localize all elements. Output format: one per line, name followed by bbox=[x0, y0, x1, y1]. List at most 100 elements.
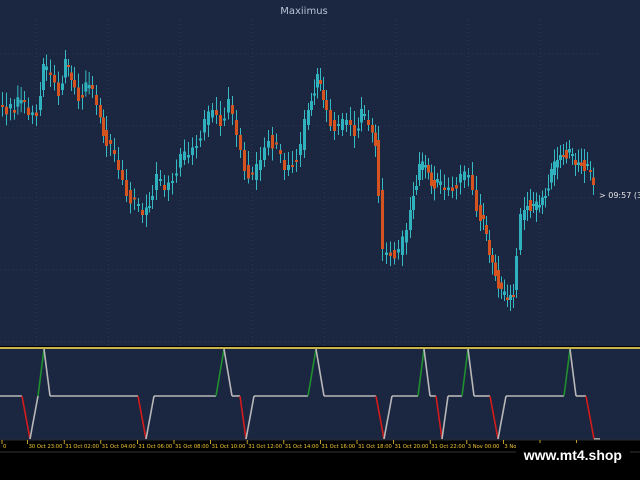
mt4-chart-window: Maxiimus > 09:57 (3 0 30 Oct 23:00 31 Oct … bbox=[0, 0, 640, 480]
candle-bull bbox=[571, 154, 574, 156]
candle-bull bbox=[171, 181, 174, 183]
chart-title: Maxiimus bbox=[280, 6, 328, 17]
candle-bull bbox=[191, 147, 194, 155]
candle-bull bbox=[195, 146, 198, 148]
candle-bull bbox=[183, 151, 186, 160]
candle-bear bbox=[279, 150, 282, 154]
candle-bear bbox=[117, 160, 120, 170]
candle-bear bbox=[291, 165, 294, 167]
chart-canvas[interactable]: Maxiimus > 09:57 (3 0 30 Oct 23:00 31 Oct … bbox=[0, 0, 640, 480]
candle-bull bbox=[313, 93, 316, 96]
candle-bear bbox=[67, 65, 70, 67]
indicator-background bbox=[0, 349, 640, 440]
candle-bear bbox=[349, 120, 352, 125]
candle-bull bbox=[337, 124, 340, 126]
candle-bear bbox=[141, 210, 144, 215]
candle-bull bbox=[586, 164, 589, 166]
candle-bear bbox=[319, 80, 322, 84]
candle-bull bbox=[39, 96, 42, 110]
candle-bull bbox=[412, 196, 415, 210]
candle-bull bbox=[553, 161, 556, 175]
candle-bear bbox=[231, 105, 234, 114]
time-axis-label: 31 Oct 20:00 bbox=[395, 444, 429, 450]
candle-bear bbox=[129, 190, 132, 204]
candle-bear bbox=[95, 95, 98, 105]
candle-bull bbox=[568, 149, 571, 153]
candle-bull bbox=[535, 201, 538, 210]
candle-bear bbox=[497, 270, 500, 289]
time-axis-label: 31 Oct 04:00 bbox=[102, 444, 136, 450]
time-axis-label: 31 Oct 10:00 bbox=[212, 444, 246, 450]
candle-bear bbox=[329, 110, 332, 126]
candle-bear bbox=[1, 105, 4, 107]
candle-bear bbox=[443, 187, 446, 190]
candle-bear bbox=[283, 160, 286, 170]
candle-bull bbox=[401, 236, 404, 255]
candle-bear bbox=[371, 125, 374, 133]
candle-bull bbox=[151, 196, 154, 200]
candle-bear bbox=[529, 200, 532, 211]
candle-bull bbox=[467, 175, 470, 178]
candle-bear bbox=[133, 197, 136, 200]
candle-bull bbox=[541, 197, 544, 205]
candle-bull bbox=[463, 171, 466, 180]
candle-bull bbox=[227, 99, 230, 113]
candle-bear bbox=[109, 140, 112, 144]
candle-bull bbox=[187, 155, 190, 158]
candle-bear bbox=[488, 240, 491, 255]
candle-bear bbox=[500, 282, 503, 289]
candle-bear bbox=[565, 150, 568, 159]
candle-bull bbox=[547, 188, 550, 191]
candle-bear bbox=[374, 132, 377, 146]
candle-bear bbox=[251, 172, 254, 175]
time-axis-label: 3 Nov 00:00 bbox=[468, 444, 500, 450]
candle-bear bbox=[99, 105, 102, 118]
candle-bear bbox=[125, 180, 128, 196]
candle-bear bbox=[592, 177, 595, 185]
candle-bear bbox=[580, 162, 583, 166]
candle-bull bbox=[203, 119, 206, 133]
candle-bull bbox=[559, 155, 562, 160]
candle-bear bbox=[479, 205, 482, 221]
candle-bull bbox=[538, 205, 541, 208]
candle-bull bbox=[61, 83, 64, 90]
candle-bear bbox=[583, 160, 586, 171]
main-chart-background bbox=[0, 0, 640, 346]
candle-bear bbox=[13, 110, 16, 113]
candle-bull bbox=[345, 120, 348, 125]
candle-bull bbox=[436, 179, 439, 183]
candle-bull bbox=[519, 214, 522, 250]
candle-bear bbox=[451, 187, 454, 191]
candle-bull bbox=[175, 173, 178, 176]
candle-bull bbox=[509, 295, 512, 300]
candle-bull bbox=[544, 196, 547, 198]
candle-bull bbox=[421, 161, 424, 170]
candle-bull bbox=[526, 206, 529, 210]
candle-bear bbox=[219, 115, 222, 126]
candle-bear bbox=[49, 72, 52, 75]
candle-bear bbox=[455, 185, 458, 189]
candle-bear bbox=[247, 165, 250, 179]
candle-bull bbox=[385, 252, 388, 255]
time-axis-label: 30 Oct 23:00 bbox=[29, 444, 63, 450]
candle-bull bbox=[523, 210, 526, 220]
candle-bull bbox=[515, 256, 518, 290]
candle-bear bbox=[333, 120, 336, 131]
time-axis-label: 0 bbox=[3, 444, 6, 450]
candle-bear bbox=[73, 80, 76, 88]
candle-bull bbox=[64, 59, 67, 78]
candle-bear bbox=[23, 100, 26, 102]
candle-bear bbox=[430, 172, 433, 186]
candle-bull bbox=[167, 182, 170, 190]
time-axis-label: 31 Oct 06:00 bbox=[138, 444, 172, 450]
candle-bear bbox=[81, 95, 84, 98]
current-time-price-label: > 09:57 (3 bbox=[599, 191, 640, 200]
candle-bear bbox=[433, 180, 436, 189]
candle-bull bbox=[137, 204, 140, 206]
candle-bear bbox=[271, 135, 274, 149]
candle-bear bbox=[239, 135, 242, 150]
time-axis-label: 31 Oct 02:00 bbox=[65, 444, 99, 450]
candle-bull bbox=[409, 210, 412, 230]
candle-bear bbox=[91, 85, 94, 89]
candle-bear bbox=[322, 90, 325, 100]
